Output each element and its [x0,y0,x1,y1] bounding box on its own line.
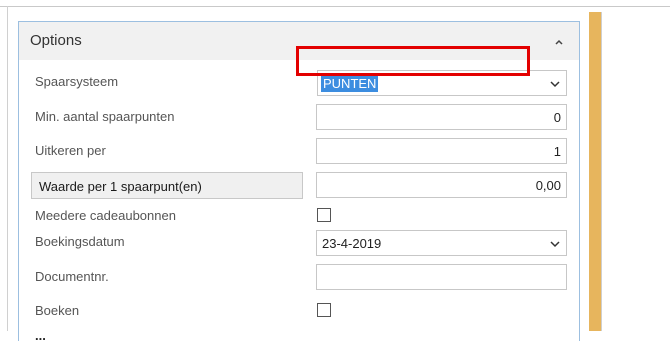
options-panel-header[interactable]: Options [19,22,579,60]
boekingsdatum-value: 23-4-2019 [322,236,382,251]
uitkeren-per-input[interactable]: 1 [316,138,567,164]
meedere-cadeaubonnen-checkbox[interactable] [317,208,331,222]
cut-off-label: ... [35,328,46,343]
spaarsysteem-select[interactable]: PUNTEN [317,70,567,96]
boeken-checkbox[interactable] [317,303,331,317]
chevron-down-icon[interactable] [550,80,560,88]
min-aantal-spaarpunten-input[interactable]: 0 [316,104,567,130]
boekingsdatum-label: Boekingsdatum [35,234,125,249]
panel-title: Options [30,32,82,49]
meedere-cadeaubonnen-label: Meedere cadeaubonnen [35,208,176,223]
chevron-up-icon[interactable] [553,36,565,48]
documentnr-label: Documentnr. [35,269,109,284]
uitkeren-per-value: 1 [553,144,561,159]
window-top-border [0,6,670,7]
chevron-down-icon[interactable] [550,240,560,248]
min-aantal-spaarpunten-value: 0 [553,110,561,125]
options-panel: Options Spaarsysteem PUNTEN Min. aantal … [18,21,580,343]
boekingsdatum-select[interactable]: 23-4-2019 [316,230,567,256]
window-left-border [7,6,8,331]
spaarsysteem-label: Spaarsysteem [35,74,119,89]
waarde-per-spaarpunt-label: Waarde per 1 spaarpunt(en) [31,172,303,199]
waarde-per-spaarpunt-value: 0,00 [535,178,561,193]
waarde-per-spaarpunt-input[interactable]: 0,00 [316,172,567,198]
min-aantal-spaarpunten-label: Min. aantal spaarpunten [35,109,175,124]
scrollbar-edge [601,12,602,331]
documentnr-input[interactable] [316,264,567,290]
uitkeren-per-label: Uitkeren per [35,143,106,158]
boeken-label: Boeken [35,303,80,318]
spaarsysteem-selected-value: PUNTEN [321,75,379,92]
